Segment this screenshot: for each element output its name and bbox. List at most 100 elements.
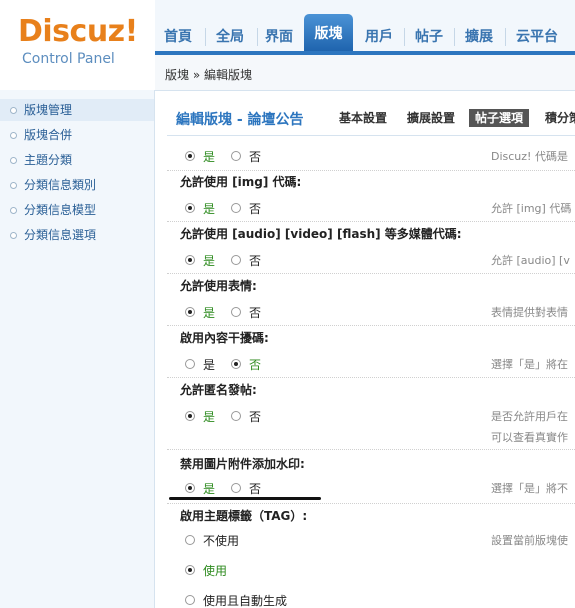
sidebar-item-label: 分類信息類別 (24, 178, 97, 192)
bullet-icon (10, 132, 17, 139)
option-label-no: 否 (249, 482, 262, 496)
setting-title-tag: 啟用主題標籤（TAG）: (180, 509, 308, 523)
divider (167, 135, 575, 136)
option-label-tag-off: 不使用 (203, 534, 240, 548)
nav-divider (505, 28, 506, 46)
setting-title-anonymous: 允許匿名發帖: (180, 383, 257, 397)
setting-title-smilies: 允許使用表情: (180, 279, 257, 293)
tab-extended-settings[interactable]: 擴展設置 (407, 109, 455, 127)
setting-description: Discuz! 代碼是 (491, 150, 568, 163)
tab-credit-policy[interactable]: 積分策 (545, 109, 575, 127)
sidebar-item-info-model[interactable]: 分類信息模型 (0, 199, 154, 221)
tab-basic-settings[interactable]: 基本設置 (339, 109, 387, 127)
option-label-yes: 是 (203, 410, 216, 424)
radio-yes[interactable] (185, 307, 195, 317)
option-label-no: 否 (249, 150, 262, 164)
option-label-tag-auto: 使用且自動生成 (203, 594, 288, 608)
divider (167, 449, 575, 451)
radio-yes[interactable] (185, 203, 195, 213)
sidebar-item-forum-merge[interactable]: 版塊合併 (0, 124, 154, 146)
setting-description: 允許 [img] 代碼 (491, 202, 572, 215)
radio-no[interactable] (231, 483, 241, 493)
option-label-tag-on: 使用 (203, 564, 228, 578)
radio-tag-on[interactable] (185, 565, 195, 575)
nav-divider (205, 28, 206, 46)
main-content: 編輯版塊 - 論壇公告 基本設置 擴展設置 帖子選項 積分策 是 否 Discu… (155, 91, 575, 608)
sidebar-item-label: 分類信息模型 (24, 203, 97, 217)
divider (167, 325, 575, 327)
sidebar-item-label: 主題分類 (24, 153, 73, 167)
radio-tag-auto[interactable] (185, 595, 195, 605)
tab-global[interactable]: 全局 (210, 26, 250, 48)
sidebar-item-label: 分類信息選項 (24, 228, 97, 242)
divider (167, 377, 575, 379)
option-label-yes: 是 (203, 150, 216, 164)
breadcrumb: 版塊 » 編輯版塊 (165, 68, 252, 82)
divider (167, 503, 575, 505)
logo-main: Discuz! (18, 14, 138, 49)
sidebar-item-info-options[interactable]: 分類信息選項 (0, 224, 154, 246)
radio-yes[interactable] (185, 411, 195, 421)
bullet-icon (10, 182, 17, 189)
setting-title-media-code: 允許使用 [audio] [video] [flash] 等多媒體代碼: (180, 227, 462, 241)
option-label-yes: 是 (203, 202, 216, 216)
radio-yes[interactable] (185, 359, 195, 369)
option-label-no: 否 (249, 254, 262, 268)
setting-description: 選擇「是」將不 (491, 482, 568, 495)
bullet-icon (10, 107, 17, 114)
bullet-icon (10, 207, 17, 214)
tab-extended[interactable]: 擴展 (459, 26, 499, 48)
nav-divider (404, 28, 405, 46)
bullet-icon (10, 232, 17, 239)
setting-description: 允許 [audio] [v (491, 254, 570, 267)
sidebar-item-label: 版塊合併 (24, 128, 73, 142)
radio-yes[interactable] (185, 255, 195, 265)
radio-yes[interactable] (185, 151, 195, 161)
radio-no[interactable] (231, 203, 241, 213)
nav-divider (257, 28, 258, 46)
divider (167, 221, 575, 223)
divider (167, 170, 575, 172)
setting-description: 是否允許用戶在 (491, 410, 568, 423)
option-label-yes: 是 (203, 358, 216, 372)
radio-no[interactable] (231, 255, 241, 265)
option-label-no: 否 (249, 202, 262, 216)
tab-forum[interactable]: 版塊 (304, 14, 353, 51)
setting-description: 設置當前版塊使 (491, 534, 568, 547)
hand-drawn-underline (169, 497, 321, 500)
radio-tag-off[interactable] (185, 535, 195, 545)
tab-post-options[interactable]: 帖子選項 (469, 109, 530, 127)
logo-sub: Control Panel (22, 51, 115, 67)
sidebar-item-info-category[interactable]: 分類信息類別 (0, 174, 154, 196)
page-title: 編輯版塊 - 論壇公告 (176, 112, 304, 128)
option-label-yes: 是 (203, 306, 216, 320)
tab-user[interactable]: 用戶 (359, 26, 399, 48)
radio-no[interactable] (231, 359, 241, 369)
radio-no[interactable] (231, 151, 241, 161)
sidebar: 版塊管理 版塊合併 主題分類 分類信息類別 分類信息模型 分類信息選項 (0, 90, 155, 608)
setting-title-watermark: 禁用圖片附件添加水印: (180, 457, 305, 471)
breadcrumb-bar: 版塊 » 編輯版塊 (155, 55, 575, 91)
nav-divider (454, 28, 455, 46)
sidebar-item-label: 版塊管理 (24, 103, 73, 117)
radio-no[interactable] (231, 411, 241, 421)
setting-description-line2: 可以查看真實作 (491, 431, 568, 444)
divider (167, 273, 575, 275)
sidebar-item-thread-types[interactable]: 主題分類 (0, 149, 154, 171)
radio-yes[interactable] (185, 483, 195, 493)
tab-home[interactable]: 首頁 (158, 26, 198, 48)
tab-thread[interactable]: 帖子 (409, 26, 449, 48)
radio-no[interactable] (231, 307, 241, 317)
option-label-yes: 是 (203, 254, 216, 268)
setting-title-img-code: 允許使用 [img] 代碼: (180, 175, 302, 189)
tab-style[interactable]: 界面 (259, 26, 299, 48)
sidebar-item-forum-manage[interactable]: 版塊管理 (0, 99, 154, 121)
option-label-no: 否 (249, 410, 262, 424)
logo[interactable]: Discuz! Control Panel (0, 0, 155, 90)
tab-cloud[interactable]: 云平台 (510, 26, 564, 48)
option-label-yes: 是 (203, 482, 216, 496)
setting-description: 表情提供對表情 (491, 306, 568, 319)
setting-description: 選擇「是」將在 (491, 358, 568, 371)
option-label-no: 否 (249, 358, 262, 372)
header: Discuz! Control Panel 首頁 全局 界面 版塊 用戶 帖子 … (0, 0, 575, 91)
